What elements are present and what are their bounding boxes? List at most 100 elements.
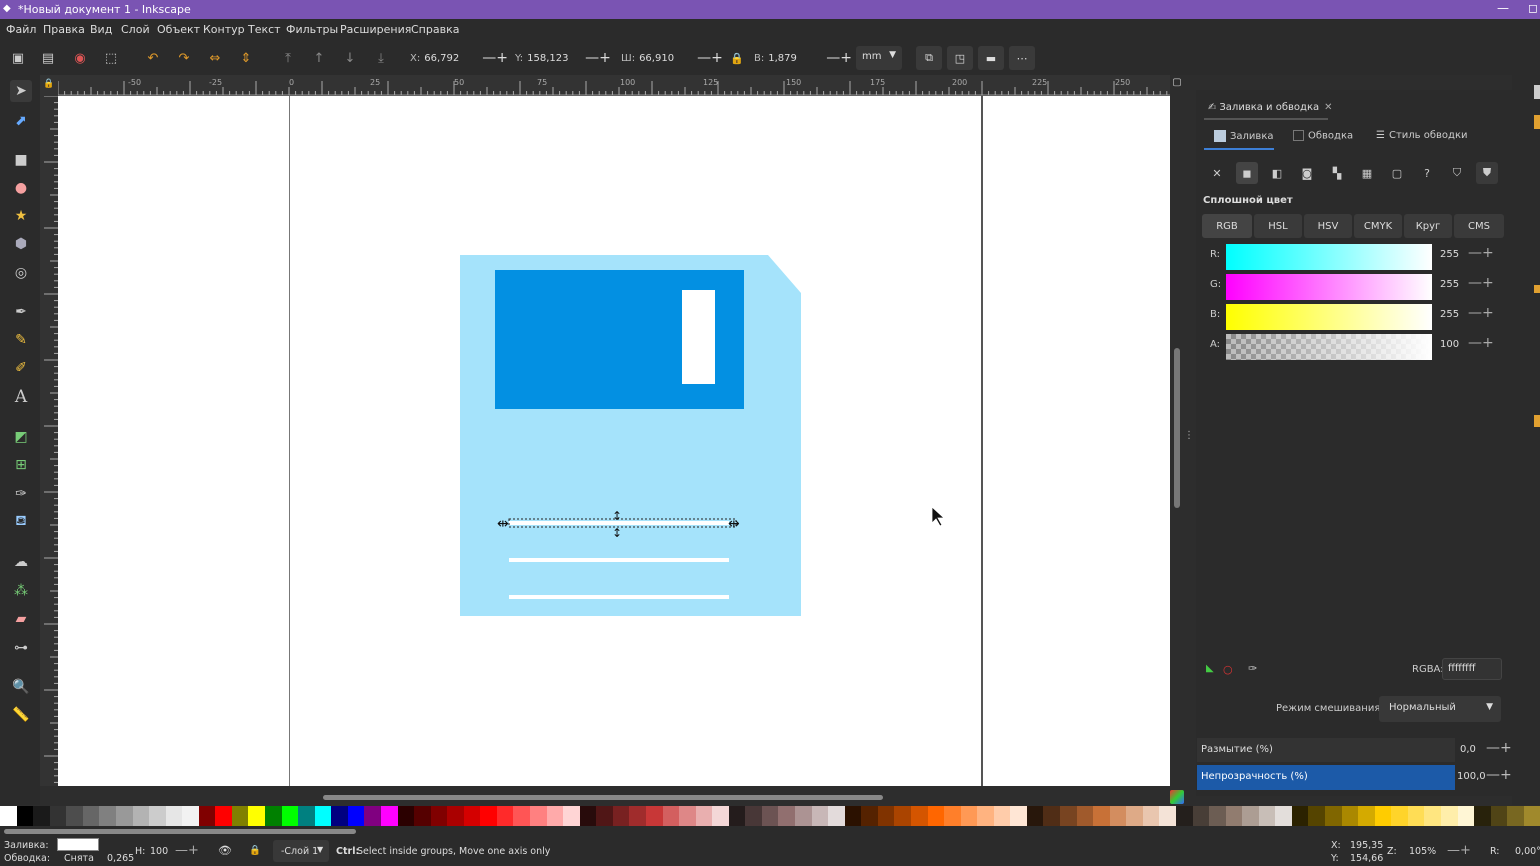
lower-icon[interactable]: ↓ [340,48,360,68]
palette-swatch[interactable] [281,806,299,826]
palette-swatch[interactable] [1109,806,1127,826]
palette-swatch[interactable] [248,806,265,826]
rotate-value[interactable]: 0,00° [1515,846,1540,857]
palette-swatch[interactable] [944,806,961,826]
zoom-tool-icon[interactable]: 🔍 [10,676,32,698]
palette-swatch[interactable] [430,806,448,826]
palette-swatch[interactable] [49,806,67,826]
linear-gradient-icon[interactable]: ◧ [1266,162,1288,184]
palette-swatch[interactable] [16,806,34,826]
palette-swatch[interactable] [1126,806,1143,826]
x-field[interactable]: X: 66,792 —+ [410,48,508,68]
palette-swatch[interactable] [1026,806,1044,826]
palette-swatch[interactable] [314,806,332,826]
mode-rgb[interactable]: RGB [1202,214,1252,238]
palette-scrollbar[interactable] [0,826,1540,836]
palette-swatch[interactable] [844,806,862,826]
palette-swatch[interactable] [811,806,829,826]
subtab-fill[interactable]: Заливка [1214,130,1274,142]
opacity-stepper-icon[interactable]: —+ [1486,767,1512,783]
palette-swatch[interactable] [1490,806,1508,826]
unset-paint-icon[interactable]: ? [1416,162,1438,184]
palette-swatch[interactable] [132,806,150,826]
stroke-width[interactable]: 0,265 [107,853,134,864]
stepper-icon[interactable]: —+ [1468,335,1494,351]
command-icon[interactable] [1534,115,1540,129]
raise-to-top-icon[interactable]: ⤒ [278,48,298,68]
flip-horizontal-icon[interactable]: ⇔ [205,48,225,68]
menu-edit[interactable]: Правка [43,23,85,36]
color-wheel-icon[interactable]: ◣ [1206,663,1214,674]
palette-swatch[interactable] [1291,806,1309,826]
palette-swatch[interactable] [1474,806,1491,826]
palette-swatch[interactable] [546,806,564,826]
mode-hsv[interactable]: HSV [1304,214,1352,238]
zoom-stepper-icon[interactable]: —+ [1447,843,1471,858]
mesh-gradient-icon[interactable]: ▚ [1326,162,1348,184]
ruler-lock-icon[interactable]: 🔒 [40,75,58,96]
palette-swatch[interactable] [1523,806,1540,826]
palette-swatch[interactable] [33,806,50,826]
palette-swatch[interactable] [1325,806,1342,826]
palette-swatch[interactable] [82,806,100,826]
palette-swatch[interactable] [347,806,365,826]
palette-swatch[interactable] [513,806,530,826]
palette-swatch[interactable] [679,806,696,826]
y-stepper-icon[interactable]: —+ [585,50,611,66]
palette-swatch[interactable] [496,806,514,826]
palette-swatch[interactable] [563,806,580,826]
tweak-tool-icon[interactable]: ☁ [10,551,32,573]
palette-swatch[interactable] [1242,806,1259,826]
vertical-scrollbar[interactable] [1170,96,1184,786]
ellipse-tool-icon[interactable]: ● [10,177,32,199]
palette-swatch[interactable] [364,806,381,826]
menu-text[interactable]: Текст [248,23,281,36]
slider-value[interactable]: 255 [1440,309,1459,320]
pattern-icon[interactable]: ▦ [1356,162,1378,184]
palette-swatch[interactable] [182,806,199,826]
mode-cms[interactable]: CMS [1454,214,1504,238]
height-field[interactable]: В: 1,879 —+ [754,48,852,68]
node-tool-icon[interactable]: ⬈ [10,110,32,132]
move-patterns-icon[interactable]: ⋯ [1009,46,1035,70]
blend-mode-select[interactable]: Нормальный ▼ [1379,696,1501,722]
opacity-value[interactable]: 100 [150,846,168,857]
rectangle-tool-icon[interactable]: ■ [10,149,32,171]
spray-tool-icon[interactable]: ⁂ [10,580,32,602]
flat-color-icon[interactable]: ◼ [1236,162,1258,184]
palette-swatch[interactable] [993,806,1011,826]
subtab-stroke[interactable]: Обводка [1293,130,1353,142]
palette-swatch[interactable] [1341,806,1359,826]
menu-path[interactable]: Контур [203,23,245,36]
fill-rule-evenodd-icon[interactable]: ⛉ [1446,162,1468,184]
text-tool-icon[interactable]: A [10,386,32,408]
select-all-layers-icon[interactable]: ▤ [38,48,58,68]
r-slider[interactable] [1226,244,1432,270]
raise-icon[interactable]: ↑ [309,48,329,68]
x-stepper-icon[interactable]: —+ [482,50,508,66]
palette-scrollbar-thumb[interactable] [4,829,356,834]
menu-file[interactable]: Файл [6,23,36,36]
palette-swatch[interactable] [1424,806,1441,826]
scale-stroke-icon[interactable]: ⧉ [916,46,942,70]
scale-corners-icon[interactable]: ◳ [947,46,973,70]
subtab-stroke-style[interactable]: ☰ Стиль обводки [1376,130,1468,141]
spiral-tool-icon[interactable]: ◎ [10,262,32,284]
palette-swatch[interactable] [828,806,845,826]
palette-swatch[interactable] [745,806,762,826]
palette-swatch[interactable] [1391,806,1408,826]
mesh-tool-icon[interactable]: ⊞ [10,454,32,476]
select-all-icon[interactable]: ▣ [8,48,28,68]
calligraphy-tool-icon[interactable]: ✐ [10,357,32,379]
menu-help[interactable]: Справка [411,23,459,36]
y-field[interactable]: Y: 158,123 —+ [515,48,611,68]
mode-circle[interactable]: Круг [1404,214,1452,238]
width-field[interactable]: Ш: 66,910 —+ [621,48,723,68]
height-stepper-icon[interactable]: —+ [826,50,852,66]
palette-swatch[interactable] [1142,806,1160,826]
palette-swatch[interactable] [198,806,216,826]
menu-layer[interactable]: Слой [121,23,150,36]
unit-select[interactable]: mm ▼ [856,46,902,70]
palette-swatch[interactable] [612,806,630,826]
stepper-icon[interactable]: —+ [1468,275,1494,291]
